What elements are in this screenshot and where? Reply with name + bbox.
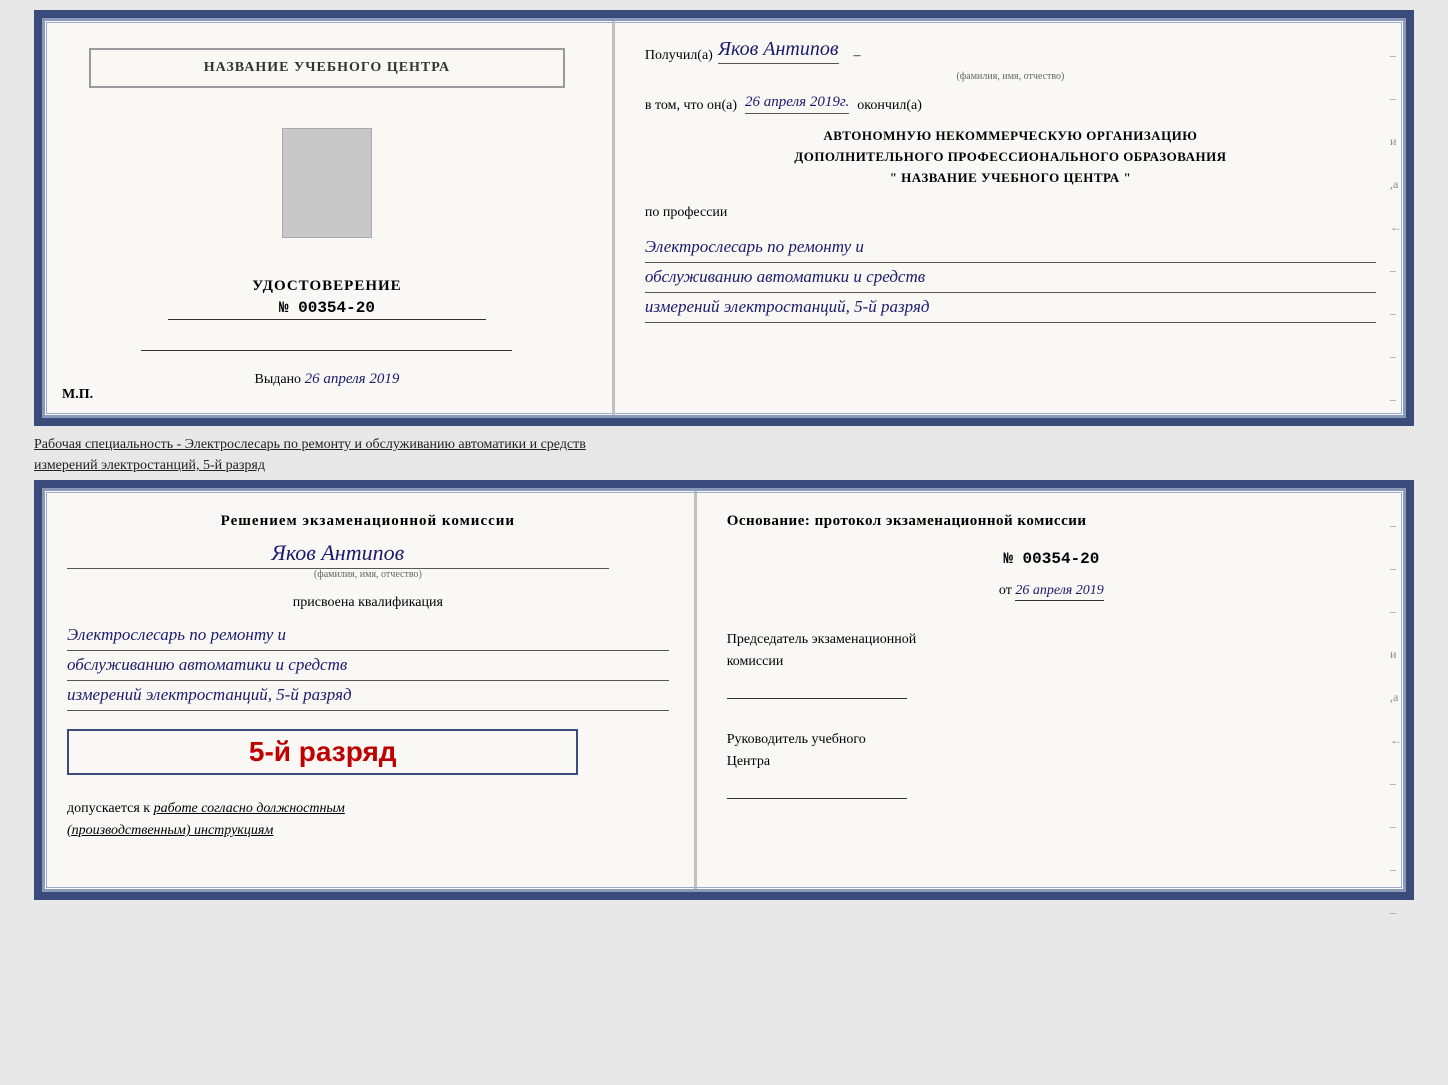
vtom-label: в том, что он(а) (645, 98, 737, 114)
bottom-profession-line3: измерений электростанций, 5-й разряд (67, 681, 669, 711)
predsedatel-title: Председатель экзаменационной (727, 629, 1376, 651)
prisvoena-label: присвоена квалификация (67, 595, 669, 611)
separator-line1: Рабочая специальность - Электрослесарь п… (34, 437, 586, 452)
bottom-right-dashes: –––и,а←–––– (1390, 518, 1402, 920)
top-profession-block: Электрослесарь по ремонту и обслуживанию… (645, 233, 1376, 323)
ot-date-value: 26 апреля 2019 (1015, 583, 1103, 601)
bottom-profession-line1: Электрослесарь по ремонту и (67, 621, 669, 651)
top-profession-line3: измерений электростанций, 5-й разряд (645, 293, 1376, 323)
bottom-recipient-name: Яков Антипов (67, 540, 609, 569)
top-doc-right: Получил(а) Яков Антипов – (фамилия, имя,… (615, 18, 1406, 418)
org-line3: " НАЗВАНИЕ УЧЕБНОГО ЦЕНТРА " (645, 168, 1376, 189)
document-container: НАЗВАНИЕ УЧЕБНОГО ЦЕНТРА УДОСТОВЕРЕНИЕ №… (34, 10, 1414, 900)
poluchil-label: Получил(а) (645, 48, 713, 64)
rukovoditel-subtitle: Центра (727, 751, 1376, 773)
dopuskaetsya-block: допускается к работе согласно должностны… (67, 798, 669, 843)
fio-label-bottom: (фамилия, имя, отчество) (67, 569, 669, 580)
rukovoditel-signature (727, 779, 907, 799)
rukovoditel-block: Руководитель учебного Центра (727, 729, 1376, 799)
bottom-doc-right: Основание: протокол экзаменационной коми… (697, 488, 1406, 892)
okonchil-label: окончил(а) (857, 98, 922, 114)
separator-line2: измерений электростанций, 5-й разряд (34, 458, 265, 473)
org-line1: АВТОНОМНУЮ НЕКОММЕРЧЕСКУЮ ОРГАНИЗАЦИЮ (645, 126, 1376, 147)
right-dashes: ––и,а←–––– (1390, 48, 1402, 407)
razryad-badge: 5-й разряд (67, 729, 578, 775)
photo-placeholder (282, 128, 372, 238)
bottom-profession-line2: обслуживанию автоматики и средств (67, 651, 669, 681)
top-doc-left: НАЗВАНИЕ УЧЕБНОГО ЦЕНТРА УДОСТОВЕРЕНИЕ №… (42, 18, 615, 418)
predsedatel-block: Председатель экзаменационной комиссии (727, 629, 1376, 699)
separator-text: Рабочая специальность - Электрослесарь п… (34, 426, 1414, 480)
razryad-badge-text: 5-й разряд (84, 736, 561, 768)
dopusk-italic1: работе согласно должностным (154, 801, 345, 816)
poluchil-line: Получил(а) Яков Антипов – (фамилия, имя,… (645, 38, 1376, 82)
recipient-name: Яков Антипов (718, 38, 839, 64)
bottom-name-wrapper: Яков Антипов (фамилия, имя, отчество) (67, 540, 669, 580)
mp-label: М.П. (62, 387, 93, 403)
bottom-profession-block: Электрослесарь по ремонту и обслуживанию… (67, 621, 669, 711)
po-professii-label: по профессии (645, 205, 1376, 221)
vtom-date: 26 апреля 2019г. (745, 94, 849, 114)
bottom-doc-left: Решением экзаменационной комиссии Яков А… (42, 488, 697, 892)
protocol-number: № 00354-20 (727, 550, 1376, 568)
vydano-date: 26 апреля 2019 (305, 371, 400, 387)
ot-label: от (999, 583, 1012, 598)
top-document: НАЗВАНИЕ УЧЕБНОГО ЦЕНТРА УДОСТОВЕРЕНИЕ №… (34, 10, 1414, 426)
udost-label: УДОСТОВЕРЕНИЕ (252, 278, 402, 295)
predsedatel-signature (727, 679, 907, 699)
dopuskaetsya-label: допускается к (67, 801, 150, 816)
top-left-title: НАЗВАНИЕ УЧЕБНОГО ЦЕНТРА (89, 48, 566, 88)
udost-number: № 00354-20 (168, 299, 486, 320)
top-profession-line1: Электрослесарь по ремонту и (645, 233, 1376, 263)
resheniem-title: Решением экзаменационной комиссии (67, 513, 669, 530)
osnovanie-title: Основание: протокол экзаменационной коми… (727, 513, 1376, 530)
rukovoditel-title: Руководитель учебного (727, 729, 1376, 751)
dopusk-italic2: (производственным) инструкциям (67, 823, 273, 838)
fio-label-top: (фамилия, имя, отчество) (645, 71, 1376, 82)
org-line2: ДОПОЛНИТЕЛЬНОГО ПРОФЕССИОНАЛЬНОГО ОБРАЗО… (645, 147, 1376, 168)
vtom-line: в том, что он(а) 26 апреля 2019г. окончи… (645, 94, 1376, 114)
ot-date-line: от 26 апреля 2019 (727, 583, 1376, 599)
vydano-label: Выдано (254, 372, 301, 387)
top-profession-line2: обслуживанию автоматики и средств (645, 263, 1376, 293)
predsedatel-subtitle: комиссии (727, 651, 1376, 673)
vydano-line: Выдано 26 апреля 2019 (254, 351, 399, 388)
org-block: АВТОНОМНУЮ НЕКОММЕРЧЕСКУЮ ОРГАНИЗАЦИЮ ДО… (645, 126, 1376, 188)
bottom-document: Решением экзаменационной комиссии Яков А… (34, 480, 1414, 900)
